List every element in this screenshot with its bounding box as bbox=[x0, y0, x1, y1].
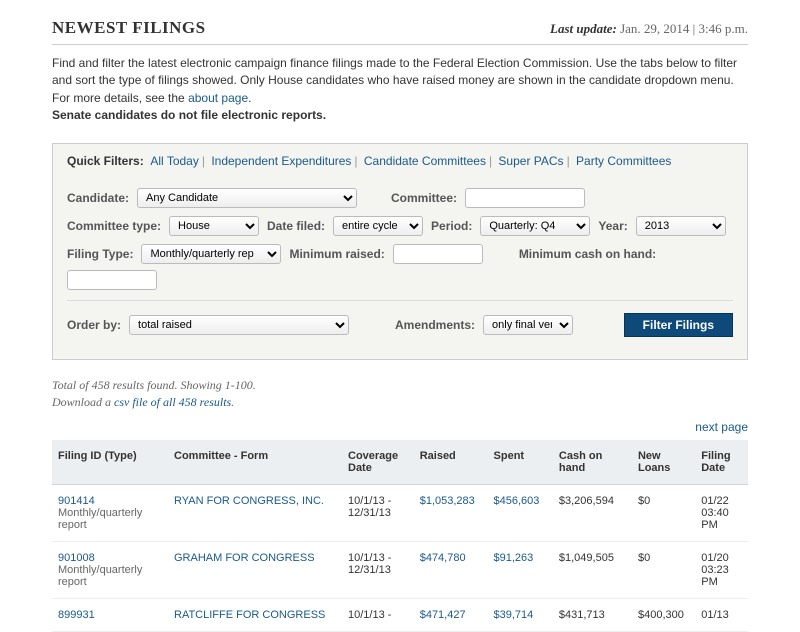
filter-box: Quick Filters: All Today| Independent Ex… bbox=[52, 143, 748, 360]
committee-type-select[interactable]: House bbox=[169, 216, 259, 236]
filing-id-link[interactable]: 899931 bbox=[58, 609, 95, 621]
quick-ie[interactable]: Independent Expenditures bbox=[211, 154, 351, 168]
amend-select[interactable]: only final ver bbox=[483, 315, 573, 335]
year-label: Year: bbox=[598, 219, 627, 233]
coverage-cell: 10/1/13 - 12/31/13 bbox=[342, 541, 414, 598]
th-raised: Raised bbox=[414, 440, 488, 485]
results-total: Total of 458 results found. Showing 1-10… bbox=[52, 378, 748, 393]
last-update: Last update: Jan. 29, 2014 | 3:46 p.m. bbox=[550, 21, 748, 37]
results-table: Filing ID (Type) Committee - Form Covera… bbox=[52, 440, 748, 632]
table-row: 899931 RATCLIFFE FOR CONGRESS 10/1/13 - $47… bbox=[52, 598, 748, 631]
candidate-label: Candidate: bbox=[67, 191, 129, 205]
table-row: 901414Monthly/quarterly report RYAN FOR C… bbox=[52, 484, 748, 541]
raised-link[interactable]: $474,780 bbox=[420, 552, 466, 564]
committee-label: Committee: bbox=[391, 191, 457, 205]
committee-link[interactable]: GRAHAM FOR CONGRESS bbox=[174, 552, 315, 564]
filing-type-label: Filing Type: bbox=[67, 247, 133, 261]
filing-date-cell: 01/20 03:23 PM bbox=[695, 541, 748, 598]
quick-superpacs[interactable]: Super PACs bbox=[498, 154, 563, 168]
quick-party[interactable]: Party Committees bbox=[576, 154, 671, 168]
coverage-cell: 10/1/13 - bbox=[342, 598, 414, 631]
quick-candidate[interactable]: Candidate Committees bbox=[364, 154, 486, 168]
committee-link[interactable]: RATCLIFFE FOR CONGRESS bbox=[174, 609, 325, 621]
cash-cell: $1,049,505 bbox=[553, 541, 632, 598]
order-select[interactable]: total raised bbox=[129, 315, 349, 335]
th-spent: Spent bbox=[488, 440, 553, 485]
coverage-cell: 10/1/13 - 12/31/13 bbox=[342, 484, 414, 541]
csv-link[interactable]: csv file of all 458 results bbox=[114, 395, 231, 409]
quick-filters-label: Quick Filters: bbox=[67, 154, 144, 168]
raised-link[interactable]: $1,053,283 bbox=[420, 495, 475, 507]
th-loans: New Loans bbox=[632, 440, 695, 485]
filing-type-select[interactable]: Monthly/quarterly rep bbox=[141, 244, 281, 264]
filter-button[interactable]: Filter Filings bbox=[624, 313, 733, 337]
intro-bold: Senate candidates do not file electronic… bbox=[52, 108, 326, 122]
quick-filters: Quick Filters: All Today| Independent Ex… bbox=[67, 154, 733, 176]
th-cash: Cash on hand bbox=[553, 440, 632, 485]
cash-cell: $3,206,594 bbox=[553, 484, 632, 541]
th-coverage: Coverage Date bbox=[342, 440, 414, 485]
filing-type-text: Monthly/quarterly report bbox=[58, 507, 142, 531]
filing-id-link[interactable]: 901008 bbox=[58, 552, 95, 564]
loans-cell: $400,300 bbox=[632, 598, 695, 631]
loans-cell: $0 bbox=[632, 484, 695, 541]
loans-cell: $0 bbox=[632, 541, 695, 598]
th-filing-id: Filing ID (Type) bbox=[52, 440, 168, 485]
period-select[interactable]: Quarterly: Q4 bbox=[480, 216, 590, 236]
next-page-link[interactable]: next page bbox=[695, 420, 748, 434]
committee-link[interactable]: RYAN FOR CONGRESS, INC. bbox=[174, 495, 324, 507]
spent-link[interactable]: $456,603 bbox=[494, 495, 540, 507]
year-select[interactable]: 2013 bbox=[636, 216, 726, 236]
th-filing-date: Filing Date bbox=[695, 440, 748, 485]
last-update-value: Jan. 29, 2014 | 3:46 p.m. bbox=[620, 21, 748, 36]
intro-text: Find and filter the latest electronic ca… bbox=[52, 55, 748, 125]
th-committee: Committee - Form bbox=[168, 440, 342, 485]
filing-id-link[interactable]: 901414 bbox=[58, 495, 95, 507]
quick-all-today[interactable]: All Today bbox=[150, 154, 198, 168]
min-raised-input[interactable] bbox=[393, 244, 483, 264]
filing-date-cell: 01/22 03:40 PM bbox=[695, 484, 748, 541]
results-download: Download a csv file of all 458 results. bbox=[52, 395, 748, 410]
order-label: Order by: bbox=[67, 318, 121, 332]
min-raised-label: Minimum raised: bbox=[289, 247, 384, 261]
date-filed-select[interactable]: entire cycle bbox=[333, 216, 423, 236]
cash-cell: $431,713 bbox=[553, 598, 632, 631]
table-row: 901008Monthly/quarterly report GRAHAM FOR… bbox=[52, 541, 748, 598]
amend-label: Amendments: bbox=[395, 318, 475, 332]
last-update-label: Last update: bbox=[550, 21, 617, 36]
date-filed-label: Date filed: bbox=[267, 219, 325, 233]
about-link[interactable]: about page bbox=[188, 91, 248, 105]
filing-date-cell: 01/13 bbox=[695, 598, 748, 631]
min-cash-input[interactable] bbox=[67, 270, 157, 290]
committee-input[interactable] bbox=[465, 188, 585, 208]
candidate-select[interactable]: Any Candidate bbox=[137, 188, 357, 208]
intro-part1: Find and filter the latest electronic ca… bbox=[52, 56, 737, 105]
period-label: Period: bbox=[431, 219, 472, 233]
intro-part2: . bbox=[248, 91, 251, 105]
divider bbox=[67, 300, 733, 301]
min-cash-label: Minimum cash on hand: bbox=[519, 247, 656, 261]
filing-type-text: Monthly/quarterly report bbox=[58, 564, 142, 588]
raised-link[interactable]: $471,427 bbox=[420, 609, 466, 621]
spent-link[interactable]: $91,263 bbox=[494, 552, 534, 564]
committee-type-label: Committee type: bbox=[67, 219, 161, 233]
page-title: NEWEST FILINGS bbox=[52, 18, 206, 38]
spent-link[interactable]: $39,714 bbox=[494, 609, 534, 621]
